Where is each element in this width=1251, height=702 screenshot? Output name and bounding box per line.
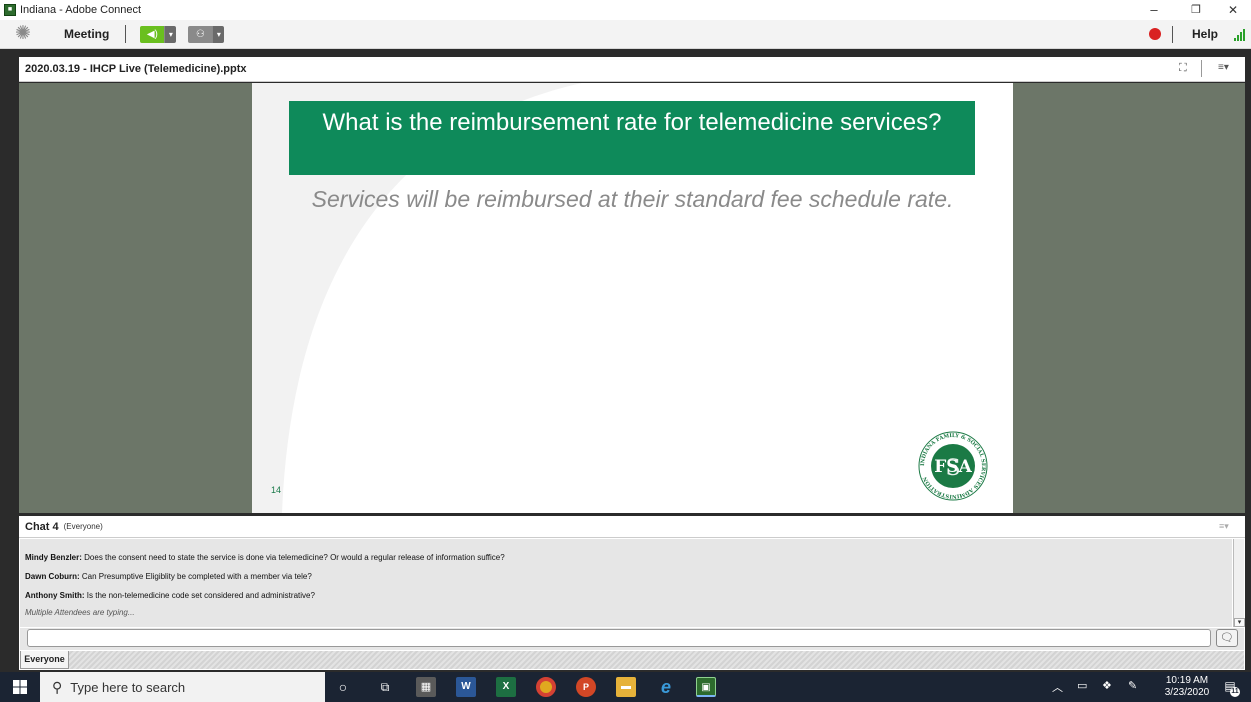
chat-messages: Mindy Benzler: Does the consent need to … <box>20 539 1232 627</box>
action-center-icon[interactable]: ▤ 11 <box>1222 679 1240 697</box>
file-explorer-icon[interactable]: ▬ <box>616 677 636 697</box>
close-button[interactable]: ✕ <box>1215 0 1251 20</box>
minimize-button[interactable]: – <box>1136 0 1172 20</box>
message-text: Is the non-telemedicine code set conside… <box>86 591 315 600</box>
chat-scope: (Everyone) <box>63 522 103 531</box>
svg-text:S: S <box>945 456 960 481</box>
clock-time: 10:19 AM <box>1165 675 1209 686</box>
menu-divider <box>125 25 127 43</box>
pen-icon[interactable]: ✎ <box>1128 679 1137 692</box>
start-button[interactable] <box>0 672 40 702</box>
window-title-bar: ■ Indiana - Adobe Connect – ❐ ✕ <box>0 0 1251 20</box>
speaker-dropdown-icon[interactable]: ▾ <box>164 25 177 43</box>
chat-pod-header: Chat 4 (Everyone) ≡▾ <box>19 516 1245 538</box>
scroll-down-icon[interactable]: ▾ <box>1234 618 1245 627</box>
task-view-icon[interactable]: ⧉ <box>375 677 395 697</box>
menu-divider <box>1172 26 1173 43</box>
windows-logo-icon <box>13 680 27 694</box>
calculator-icon[interactable]: ▦ <box>416 677 436 697</box>
show-hidden-icons-icon[interactable]: ︿ <box>1052 679 1063 695</box>
message-text: Can Presumptive Eligiblity be completed … <box>81 572 312 581</box>
message-author: Mindy Benzler: <box>25 553 82 562</box>
message-author: Dawn Coburn: <box>25 572 80 581</box>
chat-message: Dawn Coburn: Can Presumptive Eligiblity … <box>20 572 1232 591</box>
meeting-menu[interactable]: Meeting <box>64 27 109 41</box>
typing-indicator: Multiple Attendees are typing... <box>25 608 135 617</box>
excel-icon[interactable]: X <box>496 677 516 697</box>
pod-menu-icon[interactable]: ≡▾ <box>1218 62 1229 73</box>
speaker-control[interactable]: ◀) ▾ <box>140 25 177 43</box>
taskbar-search-box[interactable]: ⚲ Type here to search <box>40 672 325 702</box>
tab-everyone[interactable]: Everyone <box>20 651 69 669</box>
slide-page-number: 14 <box>271 485 282 495</box>
message-text: Does the consent need to state the servi… <box>84 553 505 562</box>
fullscreen-icon[interactable]: ⛶ <box>1179 62 1187 75</box>
cortana-icon[interactable]: ○ <box>333 677 353 697</box>
taskbar-clock[interactable]: 10:19 AM 3/23/2020 <box>1158 675 1216 699</box>
window-title: Indiana - Adobe Connect <box>20 4 142 16</box>
app-menu-bar: ✺ Meeting ◀) ▾ ⚇ ▾ Help <box>0 20 1251 49</box>
chat-scrollbar[interactable]: ▾ <box>1233 539 1245 627</box>
share-stage: What is the reimbursement rate for telem… <box>19 83 1245 513</box>
message-author: Anthony Smith: <box>25 591 85 600</box>
adobe-connect-logo-icon: ✺ <box>15 23 31 44</box>
chrome-icon[interactable] <box>536 677 556 697</box>
share-pod-header: 2020.03.19 - IHCP Live (Telemedicine).pp… <box>19 57 1245 82</box>
recording-indicator-icon[interactable] <box>1149 28 1161 40</box>
presentation-title: 2020.03.19 - IHCP Live (Telemedicine).pp… <box>25 63 247 75</box>
role-dropdown-icon[interactable]: ▾ <box>212 25 225 43</box>
chat-input-row: 🗨 <box>20 628 1244 650</box>
send-message-button[interactable]: 🗨 <box>1216 629 1238 647</box>
search-icon: ⚲ <box>52 678 63 695</box>
chat-footer: Everyone <box>20 651 1244 669</box>
chat-input[interactable] <box>27 629 1211 647</box>
notification-count-badge: 11 <box>1230 687 1240 697</box>
fssa-logo: INDIANA FAMILY & SOCIAL SERVICES ADMINIS… <box>918 431 988 501</box>
role-control[interactable]: ⚇ ▾ <box>188 25 225 43</box>
edge-icon[interactable]: e <box>656 677 676 697</box>
clock-date: 3/23/2020 <box>1164 687 1210 698</box>
header-divider <box>1201 60 1202 77</box>
chat-pod: Chat 4 (Everyone) ≡▾ Mindy Benzler: Does… <box>19 516 1245 670</box>
chat-menu-icon[interactable]: ≡▾ <box>1219 521 1229 532</box>
presentation-slide: What is the reimbursement rate for telem… <box>252 83 1013 513</box>
adobe-connect-app-icon: ■ <box>4 4 16 16</box>
word-icon[interactable]: W <box>456 677 476 697</box>
person-icon[interactable]: ⚇ <box>188 25 213 43</box>
help-menu[interactable]: Help <box>1192 27 1218 41</box>
powerpoint-icon[interactable]: P <box>576 677 596 697</box>
dropbox-icon[interactable]: ❖ <box>1102 679 1112 692</box>
speech-bubble-icon: 🗨 <box>1220 632 1234 644</box>
speaker-icon[interactable]: ◀) <box>140 25 165 43</box>
windows-taskbar: ⚲ Type here to search ○ ⧉ ▦ W X P ▬ e ▣ … <box>0 672 1251 702</box>
slide-subtitle: Services will be reimbursed at their sta… <box>311 186 954 212</box>
chat-title: Chat 4 <box>25 520 59 533</box>
chat-message: Mindy Benzler: Does the consent need to … <box>20 553 1232 572</box>
adobe-connect-taskbar-icon[interactable]: ▣ <box>696 677 716 697</box>
search-placeholder: Type here to search <box>70 679 186 695</box>
slide-title: What is the reimbursement rate for telem… <box>289 101 975 175</box>
maximize-button[interactable]: ❐ <box>1178 0 1214 20</box>
connection-signal-icon <box>1234 27 1250 41</box>
battery-icon[interactable]: ▭ <box>1077 679 1087 692</box>
